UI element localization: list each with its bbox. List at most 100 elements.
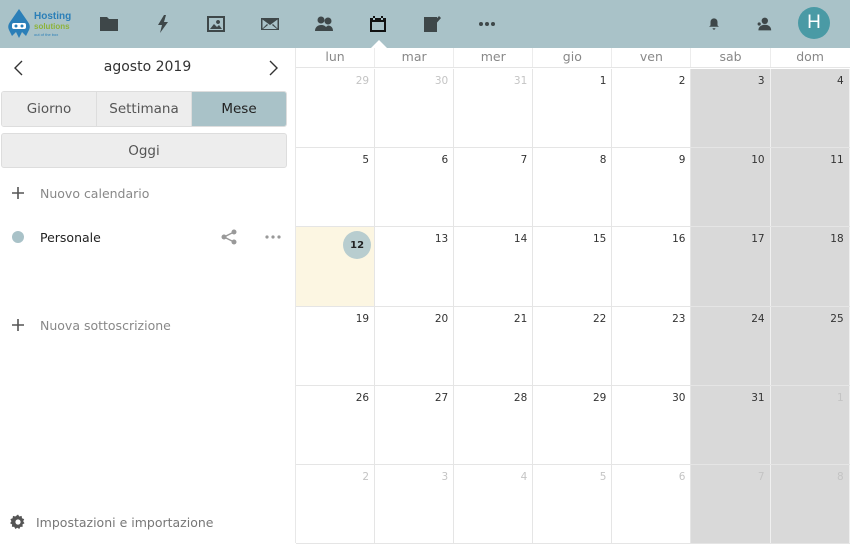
app-mail[interactable] bbox=[258, 12, 282, 36]
app-notes[interactable] bbox=[420, 12, 444, 36]
day-cell[interactable]: 20 bbox=[375, 306, 455, 385]
calendar-color-dot[interactable] bbox=[12, 231, 24, 243]
day-number[interactable]: 7 bbox=[758, 471, 765, 483]
day-cell[interactable]: 2 bbox=[296, 464, 376, 544]
day-cell[interactable]: 26 bbox=[296, 385, 376, 464]
app-contacts[interactable] bbox=[312, 12, 336, 36]
view-month-button[interactable]: Mese bbox=[192, 92, 286, 126]
day-number[interactable]: 24 bbox=[751, 313, 764, 325]
day-cell[interactable]: 28 bbox=[454, 385, 534, 464]
today-button[interactable]: Oggi bbox=[1, 133, 287, 168]
day-cell[interactable]: 2 bbox=[612, 69, 692, 148]
day-number[interactable]: 9 bbox=[679, 154, 686, 166]
day-number[interactable]: 25 bbox=[830, 313, 843, 325]
day-number[interactable]: 2 bbox=[362, 471, 369, 483]
day-cell[interactable]: 23 bbox=[612, 306, 692, 385]
calendar-item-personale[interactable]: Personale bbox=[0, 222, 295, 252]
day-number[interactable]: 1 bbox=[837, 392, 844, 404]
day-cell[interactable]: 8 bbox=[533, 148, 613, 227]
day-cell[interactable]: 7 bbox=[454, 148, 534, 227]
day-number[interactable]: 4 bbox=[521, 471, 528, 483]
day-number[interactable]: 12 bbox=[343, 231, 372, 260]
day-number[interactable]: 15 bbox=[593, 233, 606, 245]
notifications-button[interactable] bbox=[702, 12, 726, 36]
day-number[interactable]: 5 bbox=[362, 154, 369, 166]
day-number[interactable]: 31 bbox=[514, 75, 527, 87]
day-cell[interactable]: 29 bbox=[296, 69, 376, 148]
contacts-menu-button[interactable] bbox=[752, 12, 776, 36]
day-cell[interactable]: 22 bbox=[533, 306, 613, 385]
view-day-button[interactable]: Giorno bbox=[2, 92, 97, 126]
day-cell[interactable]: 31 bbox=[454, 69, 534, 148]
day-number[interactable]: 30 bbox=[672, 392, 685, 404]
new-subscription-button[interactable]: Nuova sottoscrizione bbox=[0, 310, 295, 340]
day-cell[interactable]: 3 bbox=[375, 464, 455, 544]
app-activity[interactable] bbox=[151, 12, 175, 36]
day-number[interactable]: 19 bbox=[356, 313, 369, 325]
day-number[interactable]: 29 bbox=[356, 75, 369, 87]
settings-button[interactable]: Impostazioni e importazione bbox=[0, 510, 213, 534]
month-title[interactable]: agosto 2019 bbox=[60, 59, 235, 75]
day-number[interactable]: 26 bbox=[356, 392, 369, 404]
day-cell[interactable]: 14 bbox=[454, 227, 534, 306]
day-cell[interactable]: 8 bbox=[770, 464, 850, 544]
day-cell[interactable]: 17 bbox=[691, 227, 771, 306]
app-files[interactable] bbox=[97, 12, 121, 36]
day-number[interactable]: 23 bbox=[672, 313, 685, 325]
day-cell[interactable]: 25 bbox=[770, 306, 850, 385]
day-number[interactable]: 6 bbox=[679, 471, 686, 483]
day-cell[interactable]: 31 bbox=[691, 385, 771, 464]
day-cell[interactable]: 3 bbox=[691, 69, 771, 148]
day-cell[interactable]: 27 bbox=[375, 385, 455, 464]
day-cell[interactable]: 9 bbox=[612, 148, 692, 227]
day-number[interactable]: 13 bbox=[435, 233, 448, 245]
day-number[interactable]: 4 bbox=[837, 75, 844, 87]
app-gallery[interactable] bbox=[204, 12, 228, 36]
day-cell[interactable]: 24 bbox=[691, 306, 771, 385]
day-number[interactable]: 17 bbox=[751, 233, 764, 245]
day-number[interactable]: 2 bbox=[679, 75, 686, 87]
day-cell[interactable]: 4 bbox=[770, 69, 850, 148]
app-calendar[interactable] bbox=[366, 12, 390, 36]
day-cell[interactable]: 18 bbox=[770, 227, 850, 306]
day-number[interactable]: 8 bbox=[600, 154, 607, 166]
day-cell[interactable]: 1 bbox=[770, 385, 850, 464]
day-cell[interactable]: 30 bbox=[375, 69, 455, 148]
day-number[interactable]: 6 bbox=[442, 154, 449, 166]
day-cell[interactable]: 29 bbox=[533, 385, 613, 464]
day-cell[interactable]: 7 bbox=[691, 464, 771, 544]
day-number[interactable]: 5 bbox=[600, 471, 607, 483]
day-cell[interactable]: 13 bbox=[375, 227, 455, 306]
day-number[interactable]: 22 bbox=[593, 313, 606, 325]
day-cell[interactable]: 30 bbox=[612, 385, 692, 464]
day-number[interactable]: 10 bbox=[751, 154, 764, 166]
day-cell[interactable]: 11 bbox=[770, 148, 850, 227]
day-number[interactable]: 21 bbox=[514, 313, 527, 325]
view-week-button[interactable]: Settimana bbox=[97, 92, 192, 126]
day-number[interactable]: 31 bbox=[751, 392, 764, 404]
day-number[interactable]: 28 bbox=[514, 392, 527, 404]
day-cell-today[interactable]: 12 bbox=[296, 227, 376, 306]
day-number[interactable]: 30 bbox=[435, 75, 448, 87]
day-cell[interactable]: 5 bbox=[296, 148, 376, 227]
day-cell[interactable]: 5 bbox=[533, 464, 613, 544]
previous-month-button[interactable] bbox=[7, 56, 31, 80]
day-number[interactable]: 16 bbox=[672, 233, 685, 245]
day-cell[interactable]: 16 bbox=[612, 227, 692, 306]
day-cell[interactable]: 1 bbox=[533, 69, 613, 148]
day-cell[interactable]: 21 bbox=[454, 306, 534, 385]
day-number[interactable]: 3 bbox=[442, 471, 449, 483]
hosting-solutions-logo[interactable]: Hosting solutions out of the box bbox=[6, 8, 74, 40]
day-number[interactable]: 14 bbox=[514, 233, 527, 245]
calendar-more-options-icon[interactable] bbox=[264, 228, 282, 246]
next-month-button[interactable] bbox=[261, 56, 285, 80]
day-cell[interactable]: 10 bbox=[691, 148, 771, 227]
day-number[interactable]: 18 bbox=[830, 233, 843, 245]
day-cell[interactable]: 4 bbox=[454, 464, 534, 544]
day-number[interactable]: 3 bbox=[758, 75, 765, 87]
app-more[interactable] bbox=[475, 12, 499, 36]
day-cell[interactable]: 6 bbox=[612, 464, 692, 544]
day-number[interactable]: 1 bbox=[600, 75, 607, 87]
day-number[interactable]: 8 bbox=[837, 471, 844, 483]
day-cell[interactable]: 15 bbox=[533, 227, 613, 306]
